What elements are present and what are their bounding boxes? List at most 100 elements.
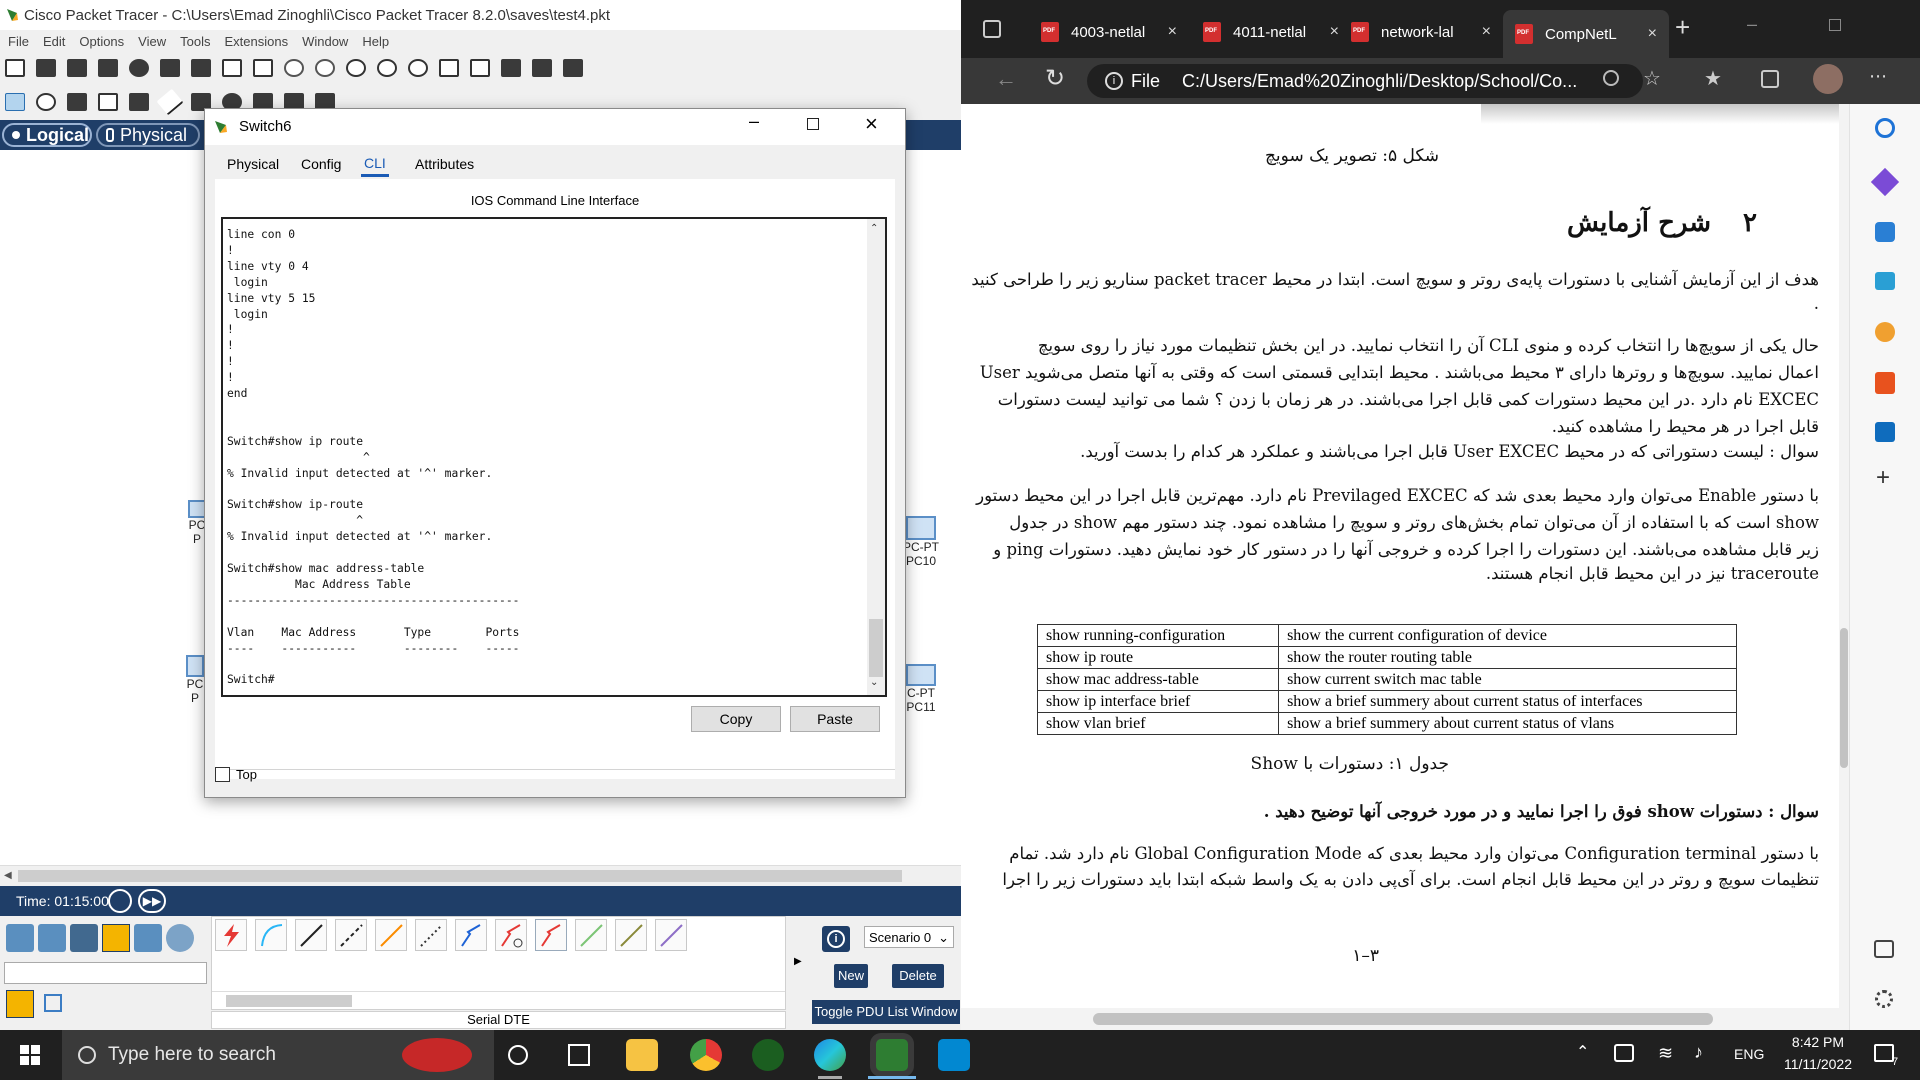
language-indicator[interactable]: ENG [1734, 1046, 1764, 1062]
tab-attributes[interactable]: Attributes [415, 151, 474, 177]
open-folder-icon[interactable] [36, 59, 56, 77]
favorite-star-icon[interactable]: ☆ [1643, 66, 1661, 91]
cli-terminal[interactable]: line con 0 ! line vty 0 4 login line vty… [221, 217, 887, 697]
pdf-vertical-scrollbar[interactable] [1839, 104, 1849, 1009]
clock-time[interactable]: 8:42 PM [1776, 1034, 1860, 1050]
profile-avatar[interactable] [1813, 64, 1843, 94]
undo-icon[interactable] [284, 59, 304, 77]
back-icon[interactable]: ← [995, 66, 1017, 92]
close-tab-icon[interactable]: × [1648, 25, 1657, 43]
menu-options[interactable]: Options [79, 34, 124, 49]
favorites-icon[interactable]: ★ [1704, 66, 1722, 91]
task-view-icon[interactable] [568, 1044, 590, 1066]
phone-cable-icon[interactable] [415, 919, 447, 951]
pdf-viewer[interactable]: شکل ۵: تصویر یک سویچ شرح آزمایش ۲ هدف از… [961, 104, 1849, 1030]
browser-tab-active[interactable]: CompNetL × [1503, 10, 1669, 58]
drawing-palette-icon[interactable] [439, 59, 459, 77]
cli-scrollbar[interactable]: ⌃ ⌄ [867, 219, 885, 695]
copy-icon[interactable] [222, 59, 242, 77]
device-search-input[interactable] [4, 962, 207, 984]
menu-file[interactable]: File [8, 34, 29, 49]
chrome-icon[interactable] [690, 1039, 722, 1071]
octal-cable-icon[interactable] [575, 919, 607, 951]
input-method-icon[interactable] [1614, 1044, 1634, 1062]
grid-icon[interactable] [44, 994, 62, 1012]
power-cycle-icon[interactable] [108, 889, 132, 913]
add-sidebar-app-icon[interactable]: + [1876, 464, 1890, 492]
straight-through-cable-icon[interactable] [295, 919, 327, 951]
cli-scroll-thumb[interactable] [869, 619, 883, 677]
office-icon[interactable] [1875, 372, 1895, 394]
menu-edit[interactable]: Edit [43, 34, 65, 49]
sparkle-icon[interactable] [1870, 167, 1900, 197]
new-scenario-button[interactable]: New [834, 964, 868, 988]
coaxial-cable-icon[interactable] [455, 919, 487, 951]
scroll-left-arrow-icon[interactable]: ◀ [4, 870, 12, 881]
pdf-horizontal-scrollbar[interactable] [961, 1008, 1849, 1030]
settings-gear-icon[interactable] [1875, 990, 1893, 1008]
windows-start-icon[interactable] [20, 1045, 40, 1065]
maximize-icon[interactable] [807, 118, 819, 130]
outlook-icon[interactable] [1875, 422, 1895, 442]
close-tab-icon[interactable]: × [1482, 23, 1491, 41]
wifi-icon[interactable]: ≋ [1658, 1043, 1673, 1064]
info-icon[interactable] [129, 59, 149, 77]
packet-tracer-icon[interactable] [876, 1039, 908, 1071]
crossover-cable-icon[interactable] [335, 919, 367, 951]
close-icon[interactable]: × [865, 111, 878, 137]
close-tab-icon[interactable]: × [1330, 23, 1339, 41]
address-bar[interactable]: i File C:/Users/Emad%20Zinoghli/Desktop/… [1087, 64, 1643, 98]
paste-button[interactable]: Paste [790, 706, 880, 732]
zoom-in-icon[interactable] [346, 59, 366, 77]
games-icon[interactable] [1875, 322, 1895, 342]
pdf-scroll-thumb[interactable] [1840, 628, 1848, 768]
delete-icon[interactable] [67, 93, 87, 111]
info-icon[interactable]: i [1105, 72, 1123, 90]
zoom-icon[interactable] [1603, 70, 1619, 86]
tab-cli[interactable]: CLI [361, 151, 389, 177]
zoom-out-icon[interactable] [408, 59, 428, 77]
palette-scroll-thumb[interactable] [226, 995, 352, 1007]
serial-dte-icon[interactable] [535, 919, 567, 951]
usb-cable-icon[interactable] [655, 919, 687, 951]
browser-tab-3[interactable]: network-lal × [1339, 12, 1503, 52]
remote-app-icon[interactable] [938, 1039, 970, 1071]
wireshark-icon[interactable] [752, 1039, 784, 1071]
tab-physical[interactable]: Physical [227, 151, 279, 177]
connections-icon[interactable] [102, 924, 130, 952]
tab-logical[interactable]: Logical [2, 123, 92, 147]
miscellaneous-icon[interactable] [134, 924, 162, 952]
new-file-icon[interactable] [5, 59, 25, 77]
hide-sidebar-icon[interactable] [1874, 940, 1894, 958]
zoom-reset-icon[interactable] [377, 59, 397, 77]
iot-custom-cable-icon[interactable] [615, 919, 647, 951]
show-hidden-icons-icon[interactable]: ⌃ [1576, 1042, 1589, 1062]
paste-icon[interactable] [253, 59, 273, 77]
file-explorer-icon[interactable] [626, 1039, 658, 1071]
menu-tools[interactable]: Tools [180, 34, 210, 49]
scroll-thumb[interactable] [18, 870, 902, 882]
menu-help[interactable]: Help [362, 34, 389, 49]
network-wizard-icon[interactable] [160, 59, 180, 77]
image-icon[interactable] [563, 59, 583, 77]
connection-type-icon[interactable] [6, 990, 34, 1018]
tab-actions-icon[interactable] [983, 20, 1001, 38]
shopping-tag-icon[interactable] [1875, 222, 1895, 242]
volume-icon[interactable]: ♪ [1694, 1042, 1703, 1063]
save-icon[interactable] [67, 59, 87, 77]
search-icon[interactable] [1875, 118, 1895, 138]
place-note-icon[interactable] [129, 93, 149, 111]
multiuser-icon[interactable] [166, 924, 194, 952]
minimize-icon[interactable]: – [1747, 14, 1757, 35]
menu-extensions[interactable]: Extensions [224, 34, 288, 49]
copy-button[interactable]: Copy [691, 706, 781, 732]
panel-expand-arrow-icon[interactable]: ▶ [794, 956, 802, 967]
view-workspace-icon[interactable] [501, 59, 521, 77]
toggle-pdu-list-button[interactable]: Toggle PDU List Window [812, 1000, 960, 1024]
inspect-icon[interactable] [36, 93, 56, 111]
draw-line-icon[interactable] [156, 88, 184, 116]
edge-icon[interactable] [814, 1039, 846, 1071]
browser-tab-2[interactable]: 4011-netlal × [1191, 12, 1351, 52]
tab-config[interactable]: Config [301, 151, 341, 177]
print-icon[interactable] [98, 59, 118, 77]
